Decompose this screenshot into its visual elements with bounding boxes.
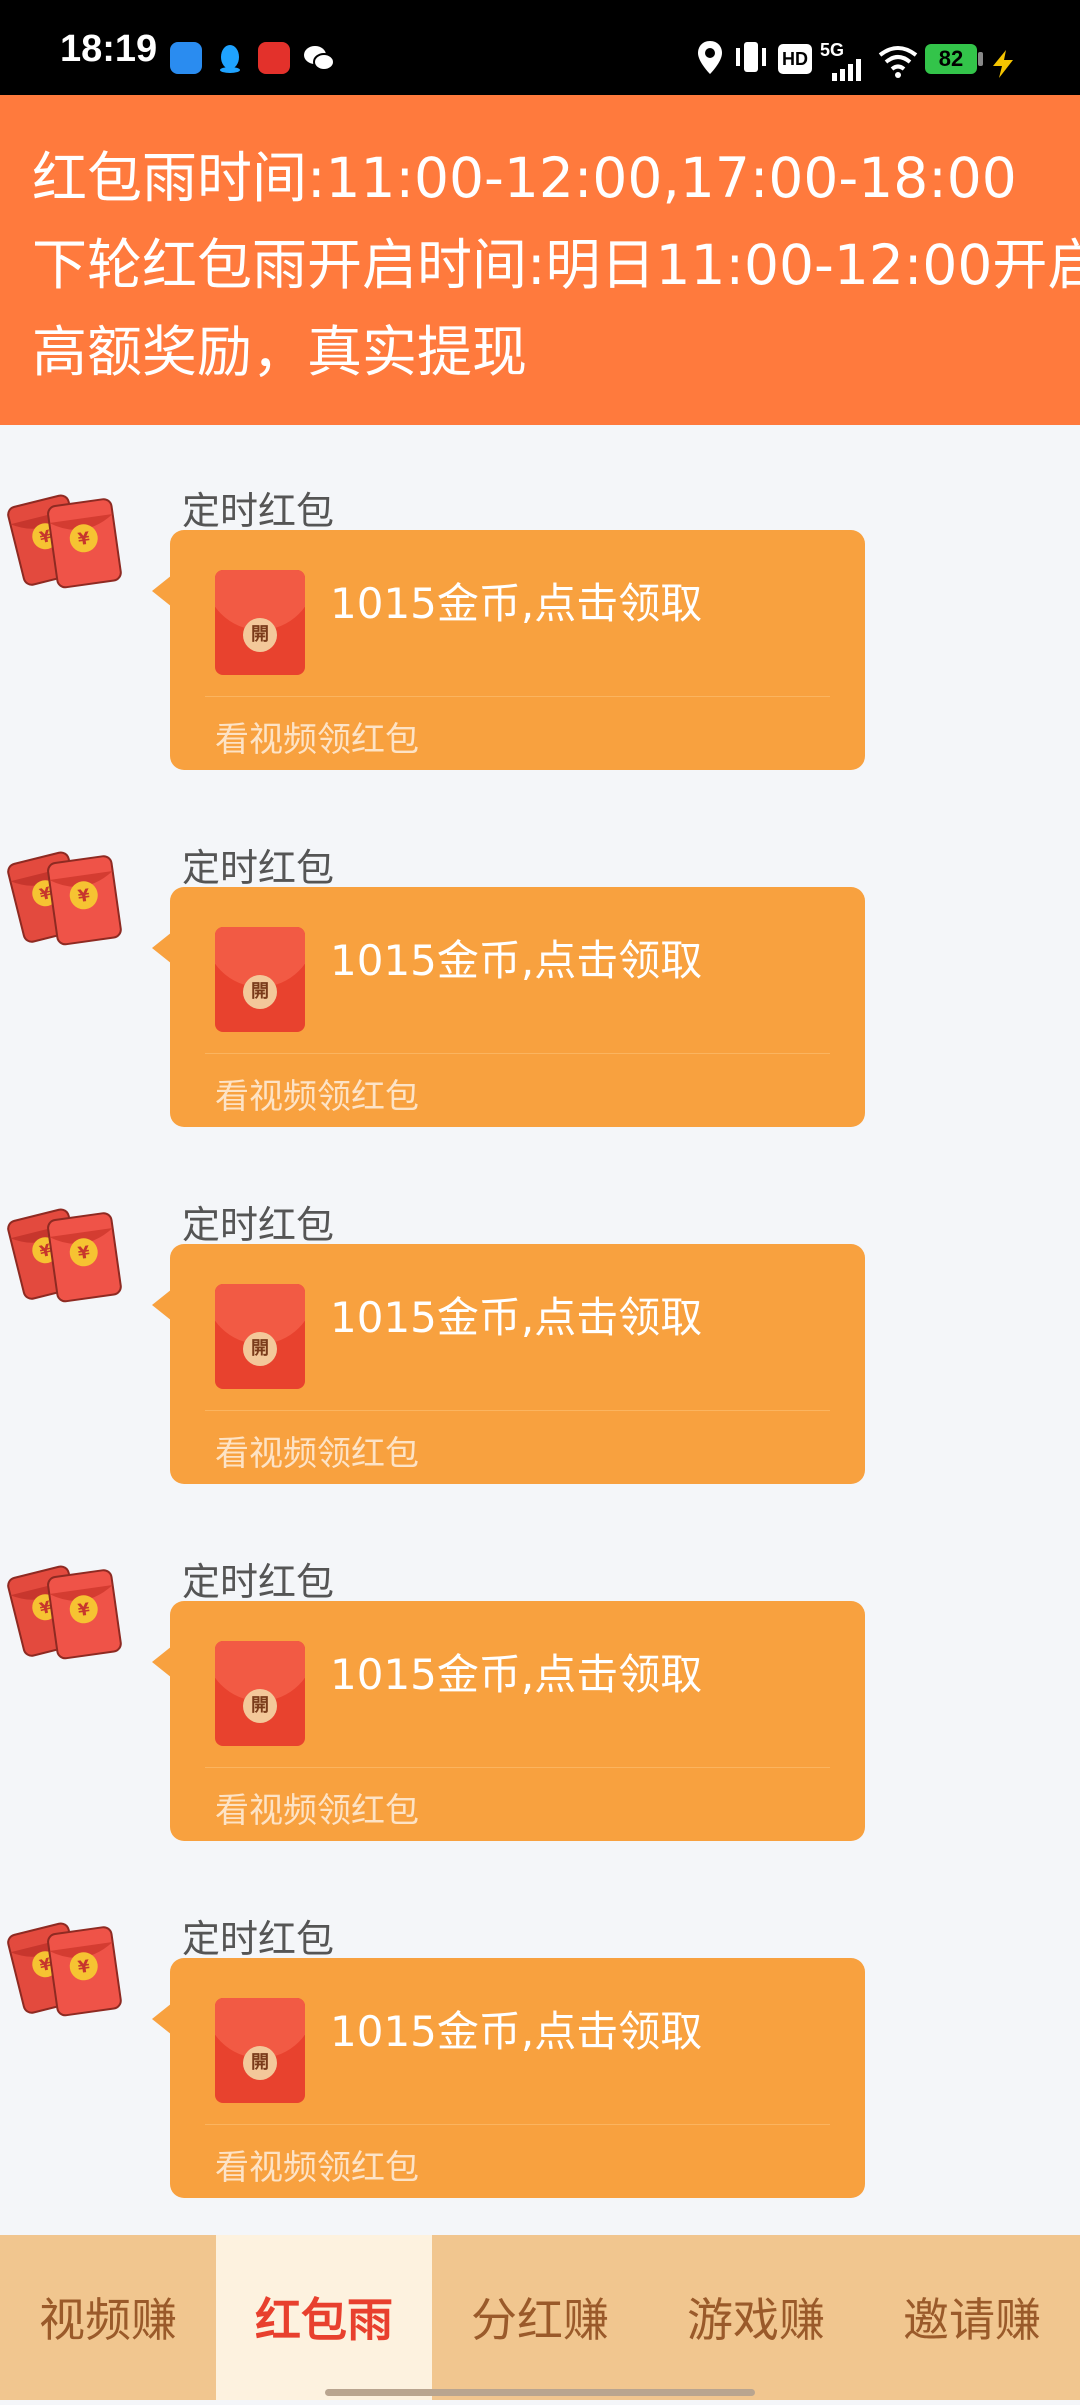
red-packet-icon: 開 [215, 1284, 305, 1389]
red-packet-message: ¥ ¥ 定时红包 開 1015金币,点击领取 看视频领红包 [0, 480, 1080, 835]
bubble-divider [205, 2124, 830, 2125]
charging-icon [993, 50, 1013, 78]
coin-reward-text: 1015金币,点击领取 [330, 936, 703, 985]
wifi-icon [878, 46, 918, 78]
bubble-divider [205, 1410, 830, 1411]
red-packet-message: ¥ ¥ 定时红包 開 1015金币,点击领取 看视频领红包 [0, 837, 1080, 1192]
red-envelope-avatar-icon: ¥ ¥ [7, 494, 122, 589]
signal-icon [832, 59, 861, 81]
tab-game-earn[interactable]: 游戏赚 [648, 2235, 864, 2400]
tab-video-earn[interactable]: 视频赚 [0, 2235, 216, 2400]
open-seal: 開 [243, 975, 277, 1009]
bubble-tip [152, 575, 172, 607]
bubble-divider [205, 1053, 830, 1054]
watch-video-label: 看视频领红包 [215, 1791, 419, 1831]
red-envelope-avatar-icon: ¥ ¥ [7, 1565, 122, 1660]
open-seal: 開 [243, 1689, 277, 1723]
qq-browser-icon [170, 42, 202, 74]
message-title: 定时红包 [182, 846, 335, 890]
tab-red-packet-rain[interactable]: 红包雨 [216, 2235, 432, 2400]
red-packet-icon: 開 [215, 1998, 305, 2103]
watch-video-label: 看视频领红包 [215, 1077, 419, 1117]
vibrate-icon [736, 42, 766, 72]
watch-video-label: 看视频领红包 [215, 1434, 419, 1474]
wechat-icon [302, 42, 335, 74]
open-seal: 開 [243, 618, 277, 652]
message-title: 定时红包 [182, 1203, 335, 1247]
red-packet-message: ¥ ¥ 定时红包 開 1015金币,点击领取 看视频领红包 [0, 1194, 1080, 1549]
claim-red-packet-bubble[interactable]: 開 1015金币,点击领取 看视频领红包 [170, 1244, 865, 1484]
watch-video-label: 看视频领红包 [215, 2148, 419, 2188]
reward-slogan: 高额奖励，真实提现 [32, 320, 528, 384]
red-packet-message: ¥ ¥ 定时红包 開 1015金币,点击领取 看视频领红包 [0, 1551, 1080, 1906]
coin-reward-text: 1015金币,点击领取 [330, 1650, 703, 1699]
coin-reward-text: 1015金币,点击领取 [330, 2007, 703, 2056]
bottom-tab-bar: 视频赚 红包雨 分红赚 游戏赚 邀请赚 [0, 2235, 1080, 2400]
bubble-tip [152, 1289, 172, 1321]
rain-time-text: 红包雨时间:11:00-12:00,17:00-18:00 [32, 146, 1017, 210]
claim-red-packet-bubble[interactable]: 開 1015金币,点击领取 看视频领红包 [170, 530, 865, 770]
qq-icon [214, 42, 246, 74]
red-packet-icon: 開 [215, 570, 305, 675]
location-icon [698, 41, 722, 74]
open-seal: 開 [243, 1332, 277, 1366]
tab-dividend-earn[interactable]: 分红赚 [432, 2235, 648, 2400]
coin-reward-text: 1015金币,点击领取 [330, 579, 703, 628]
message-title: 定时红包 [182, 489, 335, 533]
toutiao-icon [258, 42, 290, 74]
open-seal: 開 [243, 2046, 277, 2080]
message-title: 定时红包 [182, 1917, 335, 1961]
rain-schedule-banner: 红包雨时间:11:00-12:00,17:00-18:00 下轮红包雨开启时间:… [0, 95, 1080, 425]
red-packet-icon: 開 [215, 927, 305, 1032]
bubble-tip [152, 1646, 172, 1678]
battery-level: 82 [925, 44, 977, 74]
bubble-tip [152, 2003, 172, 2035]
home-indicator[interactable] [325, 2389, 755, 2396]
claim-red-packet-bubble[interactable]: 開 1015金币,点击领取 看视频领红包 [170, 887, 865, 1127]
watch-video-label: 看视频领红包 [215, 720, 419, 760]
red-envelope-avatar-icon: ¥ ¥ [7, 851, 122, 946]
claim-red-packet-bubble[interactable]: 開 1015金币,点击领取 看视频领红包 [170, 1958, 865, 2198]
claim-red-packet-bubble[interactable]: 開 1015金币,点击领取 看视频领红包 [170, 1601, 865, 1841]
battery-tip [978, 52, 983, 66]
next-rain-text: 下轮红包雨开启时间:明日11:00-12:00开启 [32, 233, 1080, 297]
status-time: 18:19 [60, 28, 158, 70]
message-title: 定时红包 [182, 1560, 335, 1604]
status-bar: 18:19 HD 5G 82 [0, 0, 1080, 95]
red-packet-icon: 開 [215, 1641, 305, 1746]
red-envelope-avatar-icon: ¥ ¥ [7, 1922, 122, 2017]
bubble-divider [205, 1767, 830, 1768]
red-packet-message: ¥ ¥ 定时红包 開 1015金币,点击领取 看视频领红包 [0, 1908, 1080, 2263]
hd-badge: HD [778, 44, 812, 74]
bubble-divider [205, 696, 830, 697]
red-envelope-avatar-icon: ¥ ¥ [7, 1208, 122, 1303]
coin-reward-text: 1015金币,点击领取 [330, 1293, 703, 1342]
tab-invite-earn[interactable]: 邀请赚 [864, 2235, 1080, 2400]
bubble-tip [152, 932, 172, 964]
